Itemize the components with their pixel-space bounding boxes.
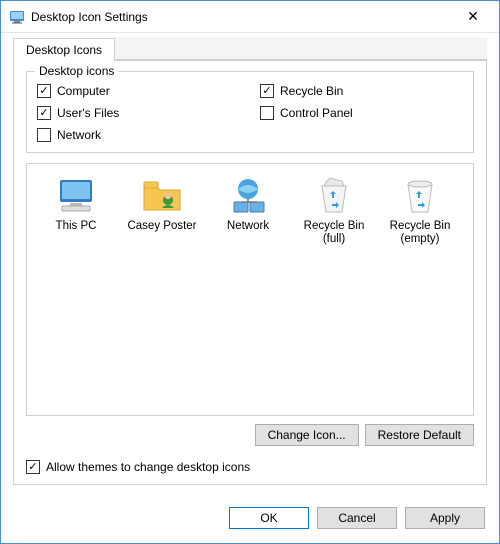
checkbox-label: Computer bbox=[57, 84, 110, 98]
checkbox-grid: ✓ Computer ✓ Recycle Bin ✓ User's Files … bbox=[37, 84, 463, 142]
dialog-window: Desktop Icon Settings ✕ Desktop Icons De… bbox=[0, 0, 500, 544]
apply-button[interactable]: Apply bbox=[405, 507, 485, 529]
ok-button[interactable]: OK bbox=[229, 507, 309, 529]
icon-recycle-bin-empty[interactable]: Recycle Bin (empty) bbox=[379, 172, 461, 250]
checkbox-label: User's Files bbox=[57, 106, 119, 120]
checkbox-control-panel[interactable]: Control Panel bbox=[260, 106, 463, 120]
icon-this-pc[interactable]: This PC bbox=[35, 172, 117, 250]
tab-body: Desktop icons ✓ Computer ✓ Recycle Bin ✓… bbox=[13, 60, 487, 485]
restore-default-button[interactable]: Restore Default bbox=[365, 424, 474, 446]
icon-network[interactable]: Network bbox=[207, 172, 289, 250]
icon-user-folder[interactable]: Casey Poster bbox=[121, 172, 203, 250]
icon-preview-pane: This PC Casey Poster bbox=[26, 163, 474, 416]
change-icon-button[interactable]: Change Icon... bbox=[255, 424, 359, 446]
check-icon[interactable]: ✓ bbox=[26, 460, 40, 474]
icon-recycle-bin-full[interactable]: Recycle Bin (full) bbox=[293, 172, 375, 250]
window-icon bbox=[9, 9, 25, 25]
tab-desktop-icons[interactable]: Desktop Icons bbox=[13, 38, 115, 61]
recycle-bin-full-icon bbox=[312, 176, 356, 216]
user-folder-icon bbox=[140, 176, 184, 216]
check-icon[interactable]: ✓ bbox=[260, 84, 274, 98]
checkbox-recycle-bin[interactable]: ✓ Recycle Bin bbox=[260, 84, 463, 98]
icon-label: Network bbox=[227, 220, 269, 233]
checkbox-network[interactable]: Network bbox=[37, 128, 240, 142]
checkbox-users-files[interactable]: ✓ User's Files bbox=[37, 106, 240, 120]
checkbox-label: Control Panel bbox=[280, 106, 353, 120]
monitor-icon bbox=[54, 176, 98, 216]
icon-label: This PC bbox=[56, 220, 97, 233]
tab-row: Desktop Icons bbox=[13, 37, 487, 60]
check-icon[interactable] bbox=[260, 106, 274, 120]
icon-label: Recycle Bin (empty) bbox=[381, 220, 459, 246]
icon-button-row: Change Icon... Restore Default bbox=[26, 424, 474, 446]
checkbox-label: Recycle Bin bbox=[280, 84, 343, 98]
group-label: Desktop icons bbox=[35, 64, 118, 78]
checkbox-label: Network bbox=[57, 128, 101, 142]
checkbox-computer[interactable]: ✓ Computer bbox=[37, 84, 240, 98]
titlebar: Desktop Icon Settings ✕ bbox=[1, 1, 499, 33]
icon-label: Recycle Bin (full) bbox=[295, 220, 373, 246]
allow-themes-label: Allow themes to change desktop icons bbox=[46, 460, 250, 474]
content-area: Desktop Icons Desktop icons ✓ Computer ✓… bbox=[1, 33, 499, 497]
cancel-button[interactable]: Cancel bbox=[317, 507, 397, 529]
check-icon[interactable]: ✓ bbox=[37, 106, 51, 120]
network-icon bbox=[226, 176, 270, 216]
dialog-button-row: OK Cancel Apply bbox=[1, 497, 499, 543]
close-button[interactable]: ✕ bbox=[455, 3, 491, 31]
allow-themes-row[interactable]: ✓ Allow themes to change desktop icons bbox=[26, 460, 474, 474]
desktop-icons-group: Desktop icons ✓ Computer ✓ Recycle Bin ✓… bbox=[26, 71, 474, 153]
icon-label: Casey Poster bbox=[127, 220, 196, 233]
check-icon[interactable] bbox=[37, 128, 51, 142]
window-title: Desktop Icon Settings bbox=[31, 10, 455, 24]
check-icon[interactable]: ✓ bbox=[37, 84, 51, 98]
recycle-bin-empty-icon bbox=[398, 176, 442, 216]
